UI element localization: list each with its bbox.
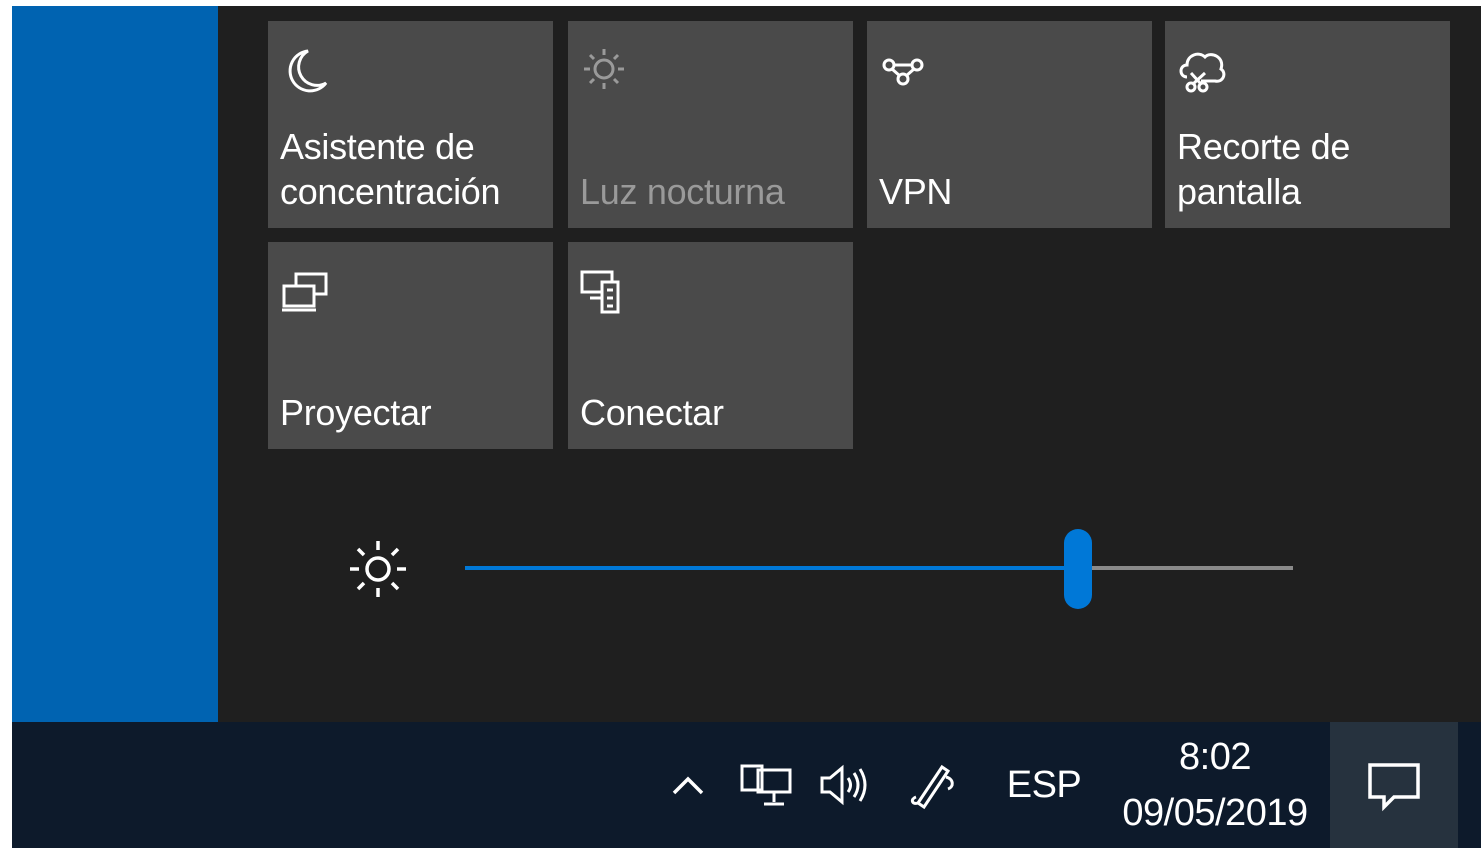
brightness-slider-track (1077, 566, 1293, 570)
tile-label: Recorte de pantalla (1177, 126, 1351, 212)
moon-icon (278, 43, 334, 99)
night-light-icon (578, 43, 634, 99)
taskbar: ESP 8:02 09/05/2019 (12, 722, 1481, 848)
tile-label: Conectar (580, 392, 724, 433)
quick-actions-panel: Asistente de concentración Luz nocturna … (218, 6, 1481, 722)
language-indicator: ESP (1006, 763, 1082, 806)
tile-connect[interactable]: Conectar (568, 242, 853, 449)
tile-label: Luz nocturna (580, 171, 785, 212)
tile-focus-assist[interactable]: Asistente de concentración (268, 21, 553, 228)
connect-icon (578, 264, 634, 320)
tile-label: VPN (879, 171, 953, 212)
tile-screen-snip[interactable]: Recorte de pantalla (1165, 21, 1450, 228)
notification-icon (1364, 757, 1424, 813)
clock-time: 8:02 (1179, 736, 1251, 778)
accent-strip (12, 6, 218, 722)
tile-vpn[interactable]: VPN (867, 21, 1152, 228)
screen-snip-icon (1175, 43, 1231, 99)
clock-button[interactable]: 8:02 09/05/2019 (1110, 722, 1320, 848)
brightness-icon (346, 537, 410, 601)
network-button[interactable] (734, 722, 798, 848)
tile-label: Asistente de concentración (280, 126, 501, 212)
brightness-slider[interactable] (465, 529, 1293, 609)
input-language-button[interactable]: ESP (1004, 722, 1084, 848)
tile-night-light[interactable]: Luz nocturna (568, 21, 853, 228)
tile-label: Proyectar (280, 392, 432, 433)
volume-icon (816, 760, 872, 810)
action-center-button[interactable] (1330, 722, 1458, 848)
pen-workspace-button[interactable] (900, 722, 964, 848)
brightness-slider-thumb[interactable] (1063, 529, 1092, 609)
clock-date: 09/05/2019 (1122, 792, 1308, 834)
project-icon (278, 264, 334, 320)
vpn-icon (877, 43, 933, 99)
tile-project[interactable]: Proyectar (268, 242, 553, 449)
pen-icon (904, 757, 960, 813)
network-icon (738, 760, 794, 810)
chevron-up-icon (668, 765, 708, 805)
brightness-slider-fill (465, 566, 1078, 570)
show-hidden-icons-button[interactable] (660, 722, 716, 848)
volume-button[interactable] (812, 722, 876, 848)
